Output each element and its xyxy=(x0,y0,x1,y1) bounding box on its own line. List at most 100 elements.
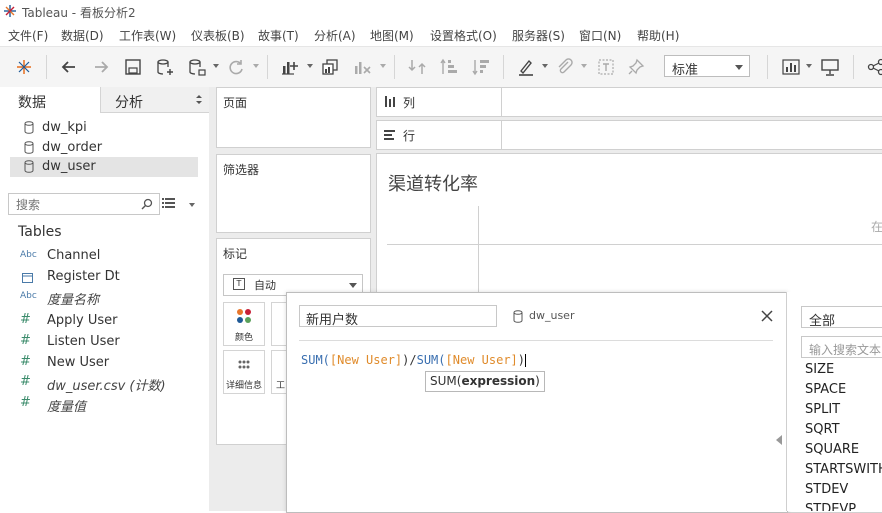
tooltip-function: SUM( xyxy=(430,374,461,388)
menu-map[interactable]: 地图(M) xyxy=(370,27,414,44)
highlight-icon[interactable] xyxy=(514,55,538,79)
function-item[interactable]: STDEV xyxy=(805,482,848,497)
new-worksheet-icon[interactable] xyxy=(278,55,302,79)
fit-select[interactable]: 标准 xyxy=(664,55,750,77)
rows-shelf[interactable]: 行 xyxy=(376,120,882,150)
menu-analysis[interactable]: 分析(A) xyxy=(314,27,356,44)
columns-icon xyxy=(384,96,396,107)
pages-shelf[interactable]: 页面 xyxy=(216,87,371,148)
search-icon[interactable] xyxy=(141,198,153,210)
datasource-item-selected[interactable]: dw_user xyxy=(10,157,198,177)
chevron-down-icon[interactable] xyxy=(806,64,812,68)
presentation-mode-icon[interactable] xyxy=(818,55,842,79)
columns-shelf[interactable]: 列 xyxy=(376,87,882,117)
calendar-icon xyxy=(22,272,33,283)
field-label: 度量名称 xyxy=(47,289,99,308)
field-search-input[interactable] xyxy=(14,197,128,213)
menu-dashboard[interactable]: 仪表板(B) xyxy=(191,27,245,44)
clear-sheet-icon[interactable] xyxy=(350,55,374,79)
menu-worksheet[interactable]: 工作表(W) xyxy=(119,27,176,44)
list-view-icon[interactable] xyxy=(162,197,175,209)
dimension-field[interactable]: Abc Channel xyxy=(18,247,203,267)
measure-field[interactable]: # Apply User xyxy=(18,312,203,332)
chevron-down-icon[interactable] xyxy=(380,64,386,68)
label-text-icon[interactable] xyxy=(594,55,618,79)
chevron-down-icon[interactable] xyxy=(307,64,313,68)
menu-format[interactable]: 设置格式(O) xyxy=(430,27,497,44)
chevron-down-icon[interactable] xyxy=(189,203,195,207)
new-datasource-icon[interactable] xyxy=(153,55,177,79)
menu-server[interactable]: 服务器(S) xyxy=(512,27,565,44)
save-icon[interactable] xyxy=(121,55,145,79)
chevron-down-icon[interactable] xyxy=(542,64,548,68)
calc-name-field[interactable]: 新用户数 xyxy=(299,305,497,327)
formula-field: [New User] xyxy=(330,353,402,367)
chevron-down-icon[interactable] xyxy=(213,64,219,68)
formula-editor[interactable]: SUM([New User])/SUM([New User]) xyxy=(301,353,526,367)
tab-data[interactable]: 数据 xyxy=(0,87,100,114)
function-item[interactable]: SQUARE xyxy=(805,442,859,457)
menu-window[interactable]: 窗口(N) xyxy=(579,27,621,44)
dimension-field[interactable]: Register Dt xyxy=(18,268,203,288)
function-item[interactable]: SPLIT xyxy=(805,402,840,417)
menu-data[interactable]: 数据(D) xyxy=(61,27,104,44)
chevron-down-icon[interactable] xyxy=(253,64,259,68)
string-type-icon: Abc xyxy=(20,250,42,260)
measure-field[interactable]: # 度量值 xyxy=(18,395,203,415)
function-search-box[interactable]: 输入搜索文本 xyxy=(801,336,882,358)
detail-mark-button[interactable]: 详细信息 xyxy=(223,350,265,394)
close-icon[interactable] xyxy=(761,310,773,322)
tab-analysis[interactable]: 分析 xyxy=(100,87,210,113)
pages-shelf-label: 页面 xyxy=(223,94,247,111)
field-label: Register Dt xyxy=(47,269,120,284)
tableau-home-icon[interactable] xyxy=(12,55,36,79)
function-item[interactable]: SQRT xyxy=(805,422,840,437)
measure-field[interactable]: # New User xyxy=(18,354,203,374)
menu-file[interactable]: 文件(F) xyxy=(8,27,48,44)
tooltip-mark-label: 工 xyxy=(276,378,285,391)
function-item[interactable]: STDEVP xyxy=(805,502,856,511)
formula-field: [New User] xyxy=(446,353,518,367)
filters-shelf[interactable]: 筛选器 xyxy=(216,154,371,233)
measure-field[interactable]: # dw_user.csv (计数) xyxy=(18,374,203,394)
expand-panel-icon[interactable] xyxy=(776,435,783,445)
dimension-field[interactable]: Abc 度量名称 xyxy=(18,288,203,308)
attach-icon[interactable] xyxy=(553,55,577,79)
datasource-item[interactable]: dw_kpi xyxy=(10,118,198,138)
pause-datasource-icon[interactable] xyxy=(185,55,209,79)
sort-arrows-icon[interactable] xyxy=(195,94,203,105)
show-me-chart-icon[interactable] xyxy=(779,55,803,79)
sort-ascending-icon[interactable] xyxy=(437,55,461,79)
color-mark-button[interactable]: 颜色 xyxy=(223,302,265,346)
function-item[interactable]: STARTSWITH xyxy=(805,462,882,477)
share-icon[interactable] xyxy=(864,55,882,79)
chevron-down-icon[interactable] xyxy=(581,64,587,68)
redo-icon[interactable] xyxy=(89,55,113,79)
menu-story[interactable]: 故事(T) xyxy=(258,27,299,44)
color-mark-label: 颜色 xyxy=(235,330,253,343)
function-category-select[interactable]: 全部 xyxy=(801,306,882,328)
measure-field[interactable]: # Listen User xyxy=(18,333,203,353)
window-title: Tableau - 看板分析2 xyxy=(22,4,136,21)
menu-help[interactable]: 帮助(H) xyxy=(637,27,679,44)
datasource-item[interactable]: dw_order xyxy=(10,138,198,158)
database-icon xyxy=(24,121,34,134)
swap-rows-columns-icon[interactable] xyxy=(405,55,429,79)
calculation-editor: 新用户数 dw_user SUM([New User])/SUM([New Us… xyxy=(286,292,788,513)
formula-function: SUM( xyxy=(301,353,330,367)
sort-descending-icon[interactable] xyxy=(469,55,493,79)
function-item[interactable]: SPACE xyxy=(805,382,846,397)
number-type-icon: # xyxy=(20,354,42,369)
undo-icon[interactable] xyxy=(57,55,81,79)
pin-icon[interactable] xyxy=(624,55,648,79)
refresh-icon[interactable] xyxy=(224,55,248,79)
duplicate-sheet-icon[interactable] xyxy=(318,55,342,79)
color-palette-icon xyxy=(236,308,252,324)
rows-shelf-label: 行 xyxy=(403,127,415,144)
string-type-icon: Abc xyxy=(20,291,42,301)
field-search-box[interactable] xyxy=(8,193,160,215)
filters-shelf-label: 筛选器 xyxy=(223,161,259,178)
number-type-icon: # xyxy=(20,395,42,410)
function-search-placeholder[interactable]: 输入搜索文本 xyxy=(809,341,881,358)
function-item[interactable]: SIZE xyxy=(805,362,834,377)
